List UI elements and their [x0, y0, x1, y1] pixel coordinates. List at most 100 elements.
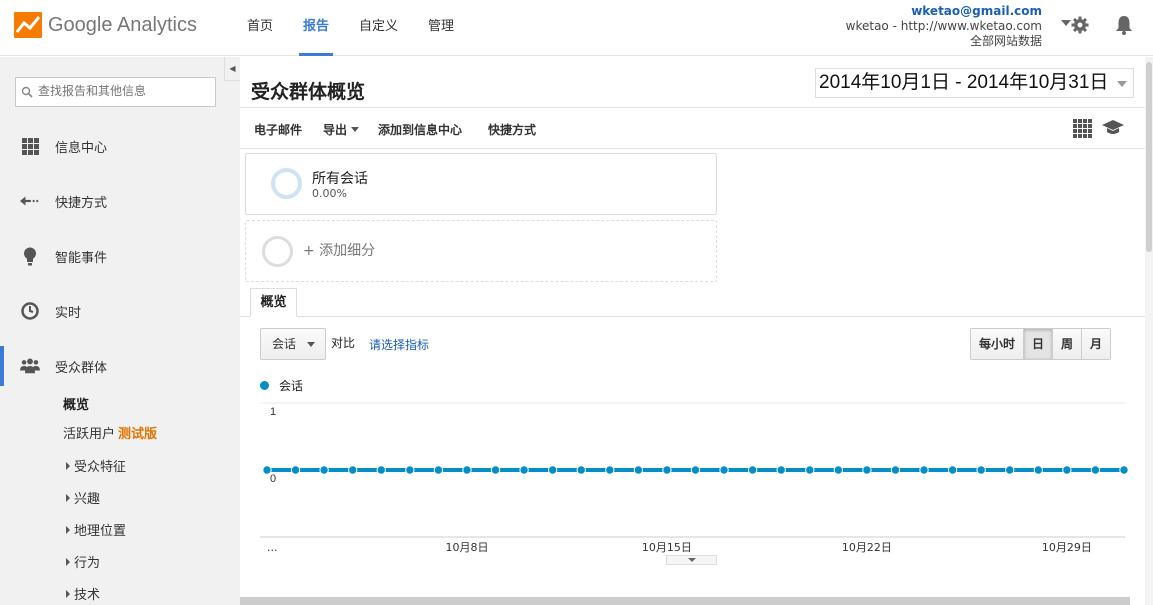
sidebar-sub-overview[interactable]: 概览 — [63, 394, 89, 413]
nav-tab-reports[interactable]: 报告 — [288, 0, 344, 56]
x-tick-label: 10月29日 — [1042, 541, 1092, 554]
period-hourly-button[interactable]: 每小时 — [971, 329, 1024, 359]
shortcut-button[interactable]: 快捷方式 — [488, 121, 536, 138]
lightbulb-icon — [20, 246, 40, 266]
gear-icon[interactable] — [1071, 16, 1089, 34]
tab-overview[interactable]: 概览 — [250, 288, 297, 317]
segment-ring-icon — [271, 168, 302, 199]
data-point — [1005, 465, 1015, 475]
segment-name: 所有会话 — [312, 171, 368, 187]
beta-badge: 测试版 — [118, 427, 158, 442]
graduation-cap-icon[interactable] — [1102, 120, 1124, 136]
data-point — [1033, 465, 1043, 475]
data-point — [747, 465, 758, 475]
sidebar-item-label: 实时 — [55, 305, 82, 321]
data-point — [405, 465, 415, 475]
data-point — [576, 465, 586, 475]
data-point — [433, 465, 444, 475]
main-nav: 首页 报告 自定义 管理 — [232, 0, 469, 56]
data-point — [890, 465, 901, 475]
y-tick-label: 1 — [270, 406, 276, 418]
google-analytics-logo[interactable]: Google Analytics — [14, 12, 197, 38]
data-point — [348, 465, 358, 475]
sidebar-item-realtime[interactable]: 实时 — [0, 291, 240, 331]
main-content: 受众群体概览 2014年10月1日 - 2014年10月31日 电子邮件 导出 … — [240, 57, 1145, 605]
bell-icon[interactable] — [1115, 15, 1133, 35]
export-label: 导出 — [323, 123, 348, 137]
account-selector[interactable]: wketao@gmail.com wketao - http://www.wke… — [846, 4, 1042, 49]
legend-series-name: 会话 — [279, 379, 304, 393]
add-segment-button[interactable]: + 添加细分 — [245, 220, 717, 282]
period-month-button[interactable]: 月 — [1081, 329, 1111, 359]
sidebar: 信息中心 快捷方式 智能事件 — [0, 57, 240, 605]
email-button[interactable]: 电子邮件 — [254, 121, 302, 138]
collapse-chart-button[interactable] — [666, 555, 717, 565]
add-segment-label: + 添加细分 — [303, 243, 376, 259]
period-week-button[interactable]: 周 — [1052, 329, 1082, 359]
search-input[interactable] — [38, 84, 213, 98]
sidebar-item-label: 智能事件 — [55, 250, 108, 266]
data-point — [776, 465, 786, 475]
collapse-sidebar-button[interactable]: ◀ — [224, 57, 240, 81]
data-point — [862, 465, 872, 475]
sidebar-item-label: 受众群体 — [55, 360, 108, 376]
shortcut-arrow-icon — [20, 191, 40, 211]
report-toolbar: 电子邮件 导出 添加到信息中心 快捷方式 — [240, 107, 1145, 149]
select-metric-link[interactable]: 请选择指标 — [369, 336, 429, 353]
vertical-scrollbar[interactable] — [1145, 57, 1153, 605]
segment-all-sessions[interactable]: 所有会话 0.00% — [245, 153, 717, 215]
sidebar-sub-active-users[interactable]: 活跃用户 测试版 — [63, 423, 157, 442]
nav-tab-home[interactable]: 首页 — [232, 0, 288, 56]
vs-label: 对比 — [331, 336, 356, 350]
sidebar-item-intelligence[interactable]: 智能事件 — [0, 236, 240, 276]
chevron-down-icon — [351, 127, 360, 132]
chevron-down-icon — [307, 342, 315, 347]
page-title: 受众群体概览 — [251, 81, 366, 103]
sidebar-group-interests[interactable]: 兴趣 — [66, 488, 100, 507]
account-email: wketao@gmail.com — [911, 4, 1042, 18]
nav-tab-customize[interactable]: 自定义 — [344, 0, 413, 56]
data-point — [805, 465, 815, 475]
app-name: Google Analytics — [48, 13, 197, 36]
top-bar: Google Analytics 首页 报告 自定义 管理 wketao@gma… — [0, 0, 1153, 56]
sidebar-group-demographics[interactable]: 受众特征 — [66, 456, 126, 475]
data-point — [490, 465, 501, 475]
search-box[interactable] — [15, 77, 216, 107]
data-point — [947, 465, 958, 475]
date-range-text: 2014年10月1日 - 2014年10月31日 — [819, 72, 1109, 93]
period-day-button[interactable]: 日 — [1023, 329, 1053, 359]
data-point — [462, 465, 472, 475]
data-point — [1119, 465, 1129, 475]
data-point — [547, 465, 558, 475]
report-grid-icon[interactable] — [1073, 119, 1093, 139]
clock-icon — [20, 301, 40, 321]
sidebar-item-shortcuts[interactable]: 快捷方式 — [0, 181, 240, 221]
data-point — [605, 465, 615, 475]
tabs-divider — [240, 316, 1145, 317]
segment-percentage: 0.00% — [312, 187, 347, 200]
segment-placeholder-ring-icon — [262, 236, 293, 267]
sidebar-group-technology[interactable]: 技术 — [66, 584, 100, 603]
sidebar-group-geo[interactable]: 地理位置 — [66, 520, 126, 539]
sidebar-item-dashboards[interactable]: 信息中心 — [0, 126, 240, 166]
scrollbar-thumb[interactable] — [1146, 62, 1152, 252]
horizontal-scrollbar[interactable] — [240, 597, 1130, 605]
data-point — [690, 465, 701, 475]
account-property: wketao - http://www.wketao.com — [845, 19, 1042, 33]
sidebar-item-label: 信息中心 — [55, 140, 108, 156]
x-tick-label: 10月8日 — [445, 541, 488, 554]
add-to-dashboard-button[interactable]: 添加到信息中心 — [378, 121, 462, 138]
metric-selector[interactable]: 会话 — [260, 328, 326, 360]
data-point — [376, 465, 386, 475]
sidebar-item-audience[interactable]: 受众群体 — [0, 346, 240, 386]
data-point — [633, 465, 644, 475]
sidebar-group-behavior[interactable]: 行为 — [66, 552, 100, 571]
account-dropdown-icon[interactable] — [1061, 20, 1071, 26]
nav-tab-admin[interactable]: 管理 — [413, 0, 469, 56]
metric-selector-label: 会话 — [272, 337, 297, 351]
export-button[interactable]: 导出 — [323, 121, 360, 138]
people-icon — [20, 356, 40, 376]
date-range-picker[interactable]: 2014年10月1日 - 2014年10月31日 — [815, 68, 1134, 98]
sessions-line-chart: 1 0... 10月8日 10月15日 10月22日 10月29日 — [260, 402, 1129, 554]
search-icon — [21, 86, 33, 98]
